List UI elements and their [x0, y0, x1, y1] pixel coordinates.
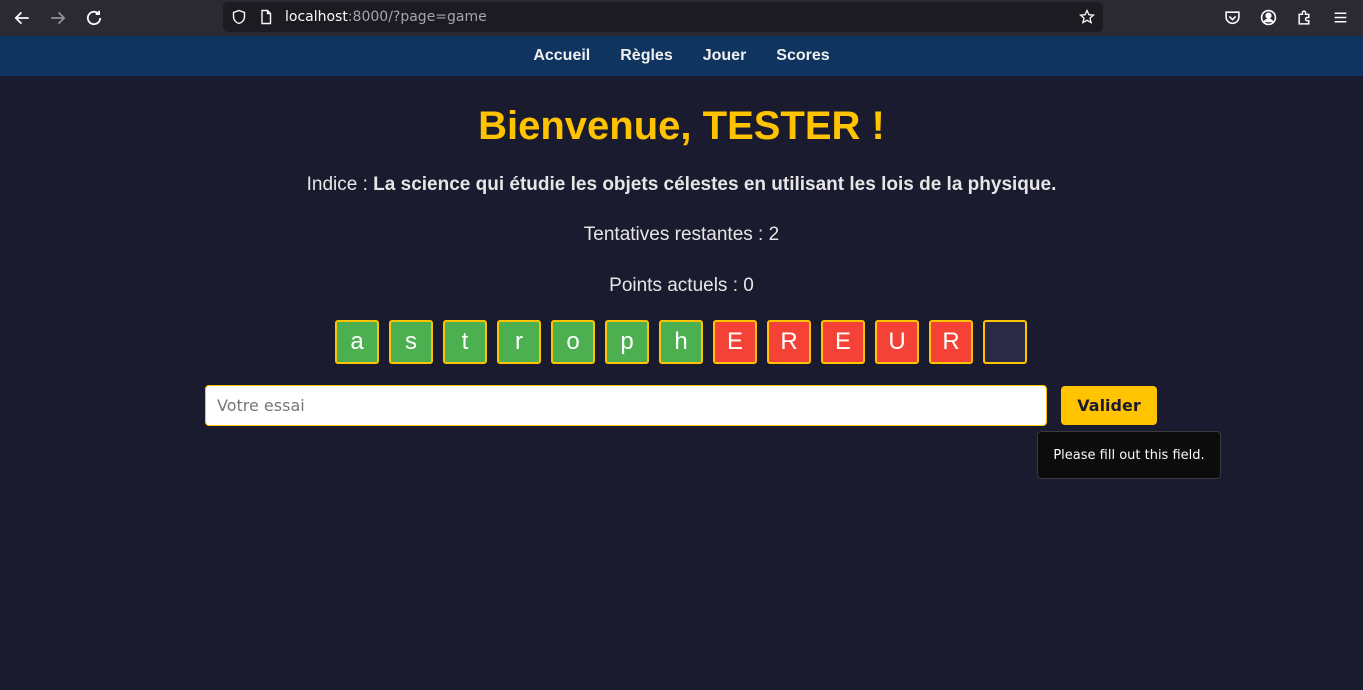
bookmark-star-icon[interactable]: [1078, 8, 1096, 26]
nav-link-regles[interactable]: Règles: [605, 36, 687, 76]
current-points: Points actuels : 0: [609, 275, 754, 296]
hint-value: La science qui étudie les objets céleste…: [373, 174, 1057, 195]
pocket-icon[interactable]: [1221, 6, 1243, 28]
letter-tile: R: [767, 320, 811, 364]
back-arrow-icon[interactable]: [9, 5, 35, 31]
letter-tile: h: [659, 320, 703, 364]
letter-tile: E: [713, 320, 757, 364]
hint-text: Indice : La science qui étudie les objet…: [0, 174, 1363, 196]
account-icon[interactable]: [1257, 6, 1279, 28]
letter-tiles: a s t r o p h E R E U R: [335, 320, 1027, 364]
validation-tooltip: Please fill out this field.: [1037, 431, 1221, 479]
extensions-icon[interactable]: [1293, 6, 1315, 28]
nav-link-accueil[interactable]: Accueil: [518, 36, 605, 76]
nav-link-jouer[interactable]: Jouer: [688, 36, 762, 76]
shield-icon[interactable]: [230, 8, 248, 26]
url-bar[interactable]: localhost:8000/?page=game: [223, 2, 1103, 32]
letter-tile: o: [551, 320, 595, 364]
hint-label: Indice :: [306, 174, 374, 195]
nav-link-scores[interactable]: Scores: [761, 36, 844, 76]
validate-button[interactable]: Valider: [1061, 386, 1157, 425]
reload-icon[interactable]: [81, 5, 107, 31]
letter-tile: r: [497, 320, 541, 364]
url-text[interactable]: localhost:8000/?page=game: [285, 9, 487, 25]
letter-tile: a: [335, 320, 379, 364]
attempts-remaining: Tentatives restantes : 2: [583, 224, 780, 245]
letter-tile: t: [443, 320, 487, 364]
menu-icon[interactable]: [1329, 6, 1351, 28]
letter-tile: p: [605, 320, 649, 364]
letter-tile: s: [389, 320, 433, 364]
letter-tile: U: [875, 320, 919, 364]
letter-tile-empty: [983, 320, 1027, 364]
letter-tile: R: [929, 320, 973, 364]
page-title: Bienvenue, TESTER !: [478, 104, 885, 148]
letter-tile: E: [821, 320, 865, 364]
site-nav: Accueil Règles Jouer Scores: [0, 36, 1363, 76]
guess-input[interactable]: [205, 385, 1047, 426]
browser-toolbar: localhost:8000/?page=game: [0, 0, 1363, 36]
page-icon[interactable]: [257, 8, 275, 26]
forward-arrow-icon[interactable]: [45, 5, 71, 31]
